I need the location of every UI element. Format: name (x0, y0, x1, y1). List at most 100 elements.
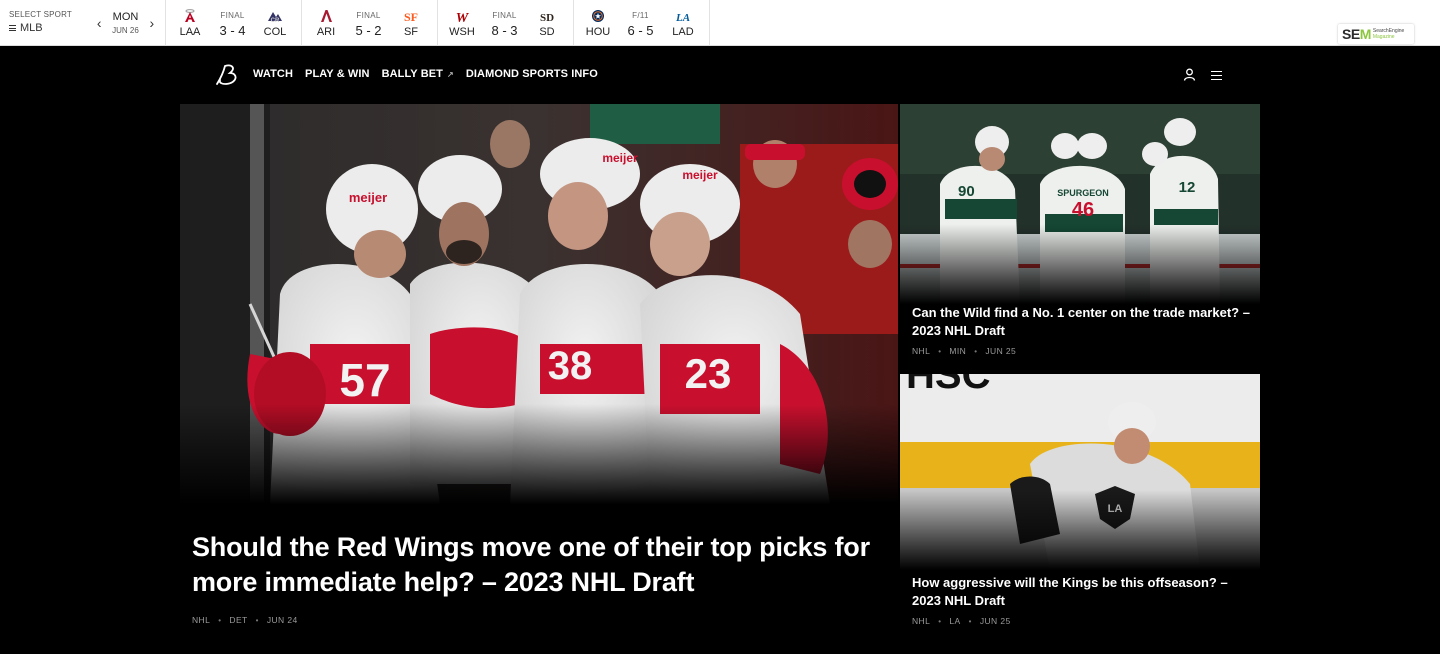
watermark-logo: SEM SearchEngine Magazine (1338, 24, 1414, 44)
home-team: SD SD (531, 9, 563, 38)
team-abbr: WSH (449, 26, 475, 38)
nationals-logo-icon: W (453, 9, 471, 23)
game-score: 6 - 5 (627, 23, 654, 38)
rockies-logo-icon: CR (266, 9, 284, 23)
team-abbr: ARI (316, 26, 336, 38)
hero-image-fade (180, 404, 898, 504)
chevron-right-icon[interactable]: › (145, 15, 159, 31)
team-abbr: LAA (179, 26, 201, 38)
helmet-brand: meijer (682, 168, 718, 182)
home-team: CR COL (259, 9, 291, 38)
select-sport-dropdown[interactable]: SELECT SPORT MLB (0, 0, 86, 45)
external-link-icon: ↗ (447, 70, 454, 79)
svg-text:SD: SD (540, 12, 554, 23)
meta-separator: • (938, 346, 942, 356)
jersey-number-90: 90 (958, 183, 975, 200)
meta-separator: • (968, 616, 972, 626)
meta-league: NHL (912, 346, 931, 356)
watermark-sub2: Magazine (1372, 34, 1395, 40)
svg-text:LA: LA (675, 12, 690, 23)
list-icon (9, 25, 16, 31)
meta-date: JUN 25 (985, 346, 1017, 356)
meta-team: LA (949, 616, 961, 626)
game-score: 5 - 2 (355, 23, 382, 38)
article-headline[interactable]: How aggressive will the Kings be this of… (912, 574, 1252, 610)
watermark-brand-a: SE (1342, 26, 1360, 42)
nav-diamond-sports-info[interactable]: DIAMOND SPORTS INFO (466, 68, 598, 80)
chevron-left-icon[interactable]: ‹ (92, 15, 106, 31)
article-card-wild[interactable]: 90 SPURGEON 46 12 Can the Wild find a No… (900, 104, 1260, 372)
nav-play-win[interactable]: PLAY & WIN (305, 68, 370, 80)
team-abbr: SF (403, 26, 419, 38)
jersey-number-46: 46 (1072, 199, 1094, 221)
date-navigator: ‹ MON JUN 26 › (86, 0, 166, 45)
nav-watch[interactable]: WATCH (253, 68, 293, 80)
helmet-brand: meijer (349, 190, 387, 205)
game-card[interactable]: W WSH FINAL 8 - 3 SD SD (438, 0, 574, 45)
article-headline[interactable]: Can the Wild find a No. 1 center on the … (912, 304, 1252, 340)
nav-bally-bet-label: BALLY BET (381, 68, 444, 80)
meta-team: DET (229, 615, 248, 625)
away-team: W WSH (446, 9, 478, 38)
team-abbr: SD (539, 26, 555, 38)
astros-logo-icon (589, 9, 607, 23)
user-account-icon[interactable] (1183, 68, 1196, 81)
away-team: LAA (174, 9, 206, 38)
angels-logo-icon (181, 9, 199, 23)
article-meta: NHL • LA • JUN 25 (912, 616, 1011, 626)
meta-league: NHL (912, 616, 931, 626)
jersey-number-38: 38 (548, 344, 593, 388)
game-score: 8 - 3 (491, 23, 518, 38)
meta-separator: • (255, 615, 259, 625)
hamburger-menu-icon[interactable] (1211, 71, 1222, 80)
away-team: HOU (582, 9, 614, 38)
jersey-number-23: 23 (685, 350, 732, 397)
game-status: FINAL (492, 11, 517, 20)
dodgers-logo-icon: LA (674, 9, 692, 23)
jersey-name: SPURGEON (1057, 188, 1109, 198)
jersey-number-12: 12 (1179, 179, 1196, 196)
nav-bally-bet[interactable]: BALLY BET ↗ (382, 68, 454, 80)
meta-separator: • (938, 616, 942, 626)
game-card[interactable]: HOU F/11 6 - 5 LA LAD (574, 0, 710, 45)
home-team: LA LAD (667, 9, 699, 38)
article-card-kings[interactable]: HSC LA How aggressive will the Kings be … (900, 374, 1260, 644)
diamondbacks-logo-icon (317, 9, 335, 23)
meta-separator: • (218, 615, 222, 625)
team-abbr: LAD (672, 26, 694, 38)
svg-text:SF: SF (404, 10, 418, 23)
giants-logo-icon: SF (402, 9, 420, 23)
game-card[interactable]: ARI FINAL 5 - 2 SF SF (302, 0, 438, 45)
selected-sport: MLB (20, 22, 43, 34)
game-score: 3 - 4 (219, 23, 246, 38)
hero-headline[interactable]: Should the Red Wings move one of their t… (192, 530, 892, 600)
rink-board-text: HSC (906, 374, 990, 397)
scores-bar: SELECT SPORT MLB ‹ MON JUN 26 › LAA FINA… (0, 0, 1440, 46)
game-card[interactable]: LAA FINAL 3 - 4 CR COL (166, 0, 302, 45)
article-meta: NHL • MIN • JUN 25 (912, 346, 1016, 356)
date-value: JUN 26 (112, 25, 139, 35)
game-status: FINAL (220, 11, 245, 20)
meta-separator: • (974, 346, 978, 356)
svg-text:W: W (456, 11, 470, 23)
meta-team: MIN (949, 346, 967, 356)
team-abbr: HOU (585, 26, 611, 38)
article-image-fade (900, 490, 1260, 570)
away-team: ARI (310, 9, 342, 38)
watermark-brand-b: M (1359, 26, 1372, 42)
team-abbr: COL (263, 26, 287, 38)
jersey-number-57: 57 (339, 354, 390, 406)
game-status: FINAL (356, 11, 381, 20)
meta-date: JUN 24 (266, 615, 298, 625)
home-team: SF SF (395, 9, 427, 38)
svg-text:CR: CR (271, 18, 280, 23)
main-nav: WATCH PLAY & WIN BALLY BET ↗ DIAMOND SPOR… (0, 46, 1440, 104)
article-image-fade (900, 224, 1260, 304)
hero-article[interactable]: 57 meijer 38 meijer 23 meijer Should the… (180, 104, 898, 644)
game-status: F/11 (632, 11, 649, 20)
select-sport-label: SELECT SPORT (9, 10, 73, 19)
bally-logo-icon[interactable] (214, 64, 242, 86)
padres-logo-icon: SD (538, 9, 556, 23)
hero-meta: NHL • DET • JUN 24 (192, 615, 298, 625)
meta-league: NHL (192, 615, 211, 625)
